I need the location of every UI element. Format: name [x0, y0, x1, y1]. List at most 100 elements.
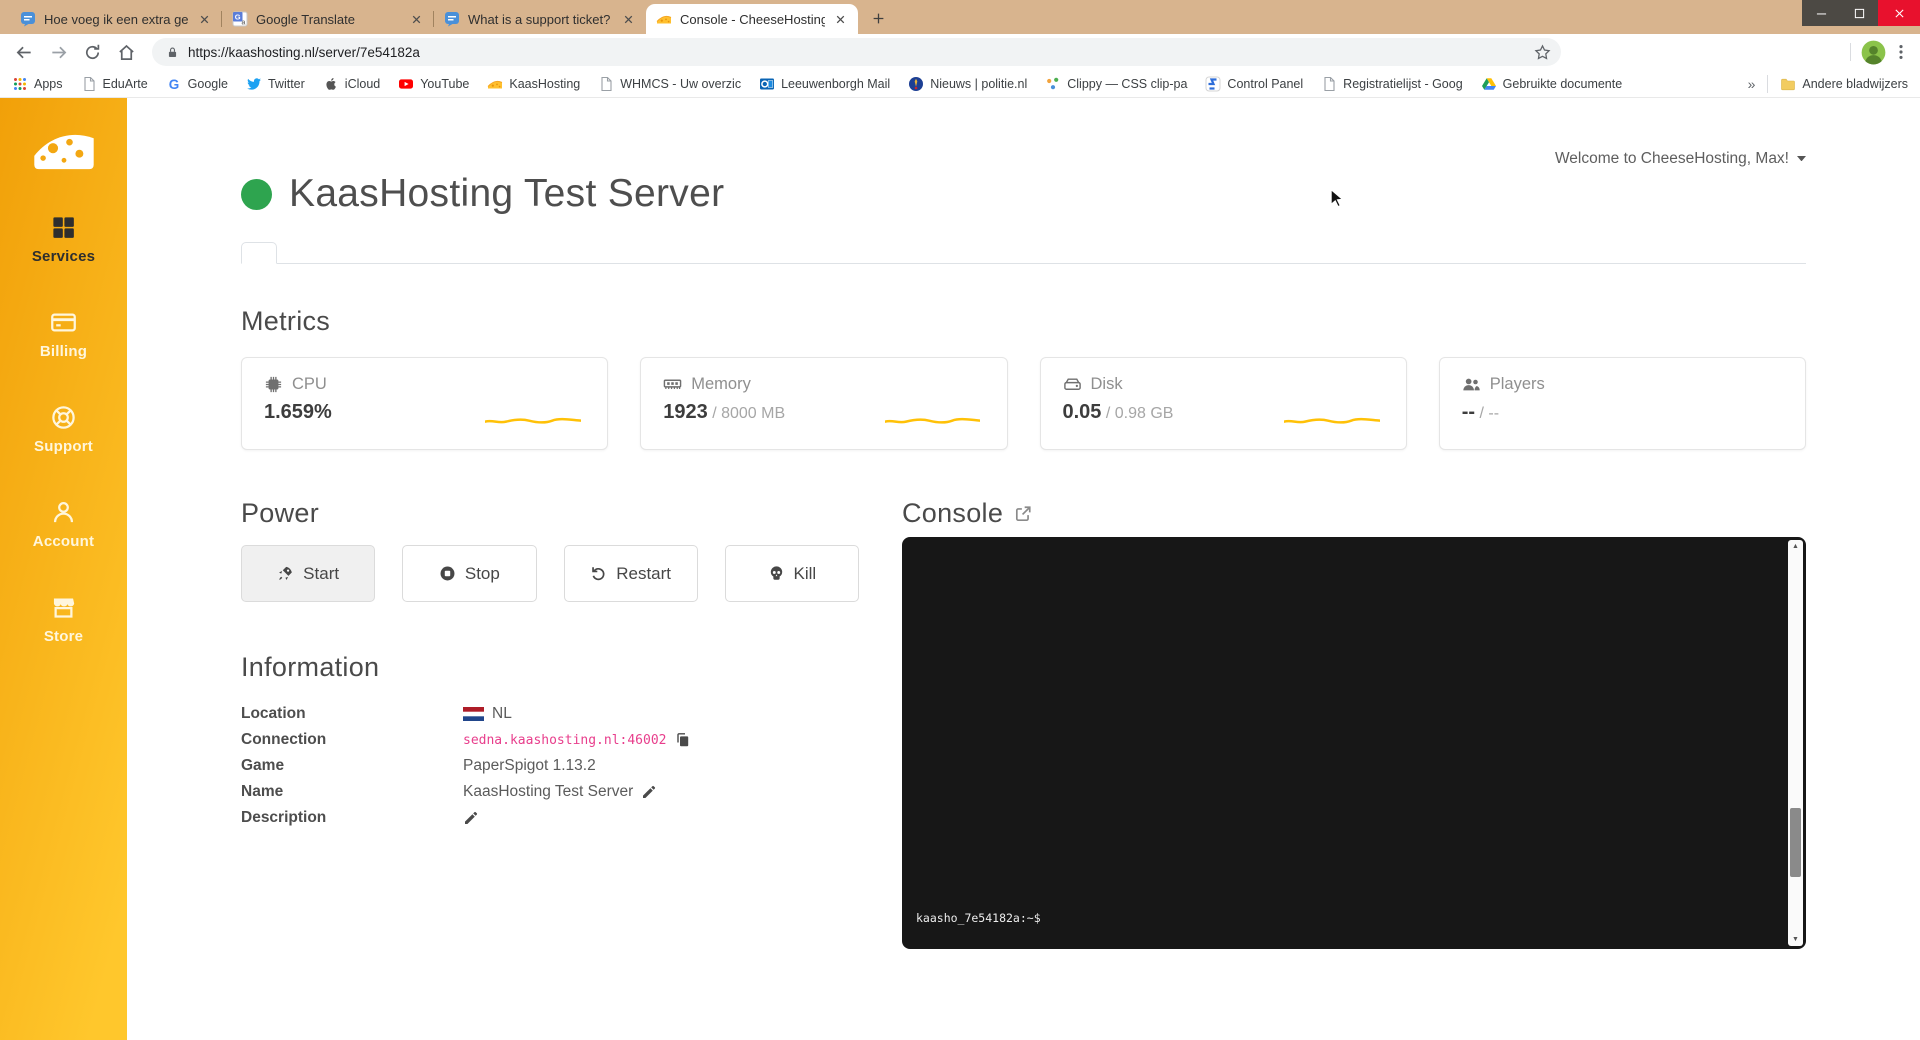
- browser-tab[interactable]: Console - CheeseHosting: [646, 4, 858, 34]
- bookmark-item[interactable]: Apps: [12, 76, 63, 92]
- tab-close-icon[interactable]: [197, 12, 212, 27]
- power-button[interactable]: Stop: [402, 545, 536, 602]
- maximize-button[interactable]: [1840, 0, 1878, 26]
- console-line: [916, 631, 1780, 647]
- account-dropdown[interactable]: Welcome to CheeseHosting, Max!: [1555, 150, 1806, 168]
- politie-icon: [908, 76, 924, 92]
- sidebar-item[interactable]: Services: [32, 214, 95, 265]
- outlook-icon: [759, 76, 775, 92]
- bookmark-item[interactable]: KaasHosting: [487, 76, 580, 92]
- browser-tab[interactable]: What is a support ticket? | KaasH: [434, 4, 646, 34]
- info-row: Description: [241, 805, 859, 831]
- extension-icon[interactable]: [1607, 43, 1626, 62]
- tab-close-icon[interactable]: [409, 12, 424, 27]
- address-bar[interactable]: https://kaashosting.nl/server/7e54182a: [152, 38, 1561, 66]
- scrollbar-thumb[interactable]: [1790, 808, 1801, 877]
- bookmark-item[interactable]: Twitter: [246, 76, 305, 92]
- apple-icon: [323, 76, 339, 92]
- server-nav-tab[interactable]: [447, 242, 481, 264]
- server-nav-tab[interactable]: [583, 242, 617, 264]
- bookmark-item[interactable]: G Google: [166, 76, 228, 92]
- server-nav-tab[interactable]: [241, 242, 277, 264]
- home-icon[interactable]: [112, 38, 140, 66]
- scroll-down-icon[interactable]: ▼: [1788, 936, 1803, 943]
- scroll-up-icon[interactable]: ▲: [1788, 543, 1803, 550]
- server-nav-tab[interactable]: [379, 242, 413, 264]
- bookmark-item[interactable]: Clippy — CSS clip-pa: [1045, 76, 1187, 92]
- info-label: Connection: [241, 731, 463, 749]
- back-icon[interactable]: [10, 38, 38, 66]
- terminal-scrollbar[interactable]: ▲ ▼: [1788, 540, 1803, 946]
- bookmarks-overflow-chevron[interactable]: »: [1748, 76, 1756, 92]
- server-nav-tabs: [241, 242, 1806, 264]
- url-text[interactable]: https://kaashosting.nl/server/7e54182a: [188, 45, 1534, 60]
- bookmark-item[interactable]: EduArte: [81, 76, 148, 92]
- bookmark-star-icon[interactable]: [1534, 44, 1551, 61]
- server-nav-tab[interactable]: [651, 242, 685, 264]
- profile-avatar[interactable]: [1861, 40, 1886, 65]
- console-terminal[interactable]: kaasho_7e54182a:~$ ▲ ▼: [902, 537, 1806, 949]
- server-nav-tab[interactable]: [549, 242, 583, 264]
- extension-icon[interactable]: [1697, 43, 1716, 62]
- extension-icon[interactable]: [1577, 43, 1596, 62]
- server-nav-tab[interactable]: [515, 242, 549, 264]
- bookmark-item[interactable]: Gebruikte documente: [1481, 76, 1623, 92]
- browser-menu-icon[interactable]: [1892, 43, 1910, 61]
- tab-close-icon[interactable]: [621, 12, 636, 27]
- metrics-heading: Metrics: [241, 306, 1806, 337]
- power-button[interactable]: Restart: [564, 545, 698, 602]
- server-nav-tab[interactable]: [617, 242, 651, 264]
- bookmark-item[interactable]: Nieuws | politie.nl: [908, 76, 1027, 92]
- server-nav-tab[interactable]: [413, 242, 447, 264]
- browser-tab[interactable]: Ga Google Translate: [222, 4, 434, 34]
- bookmark-item[interactable]: Leeuwenborgh Mail: [759, 76, 890, 92]
- card-icon: [50, 309, 77, 336]
- sidebar-item[interactable]: Billing: [40, 309, 87, 360]
- tab-close-icon[interactable]: [833, 12, 848, 27]
- browser-toolbar: https://kaashosting.nl/server/7e54182a: [0, 34, 1920, 70]
- bookmark-item[interactable]: Registratielijst - Goog: [1321, 76, 1463, 92]
- info-row: Location NL NL: [241, 701, 859, 727]
- extension-icon[interactable]: [1787, 43, 1806, 62]
- sidebar-item[interactable]: Account: [33, 499, 94, 550]
- bookmark-item[interactable]: iCloud: [323, 76, 380, 92]
- server-nav-tab[interactable]: [311, 242, 345, 264]
- power-button[interactable]: Kill: [725, 545, 859, 602]
- power-button[interactable]: Start: [241, 545, 375, 602]
- bookmarks-bar: Apps EduArte G Google Twitter iCloud You…: [0, 70, 1920, 98]
- forward-icon[interactable]: [44, 38, 72, 66]
- browser-tabstrip: Hoe voeg ik een extra gebruiker Ga Googl…: [0, 0, 1920, 34]
- other-bookmarks-button[interactable]: Andere bladwijzers: [1780, 76, 1908, 92]
- lock-icon[interactable]: [166, 46, 179, 59]
- browser-tab[interactable]: Hoe voeg ik een extra gebruiker: [10, 4, 222, 34]
- cheese-icon: [656, 11, 672, 27]
- extension-icon[interactable]: [1667, 43, 1686, 62]
- minimize-button[interactable]: [1802, 0, 1840, 26]
- bookmark-item[interactable]: YouTube: [398, 76, 469, 92]
- extension-icon[interactable]: [1757, 43, 1776, 62]
- restart-icon: [590, 565, 607, 582]
- extension-icon[interactable]: [1727, 43, 1746, 62]
- server-nav-tab[interactable]: [277, 242, 311, 264]
- new-tab-button[interactable]: [864, 4, 892, 32]
- pencil-icon[interactable]: [463, 810, 479, 826]
- bookmark-item[interactable]: WHMCS - Uw overzic: [598, 76, 741, 92]
- console-line: [916, 848, 1780, 864]
- metric-label: Memory: [691, 375, 751, 394]
- bookmark-item[interactable]: Control Panel: [1205, 76, 1303, 92]
- pencil-icon[interactable]: [641, 784, 657, 800]
- extension-icon[interactable]: [1817, 43, 1836, 62]
- sidebar-item[interactable]: Store: [44, 594, 83, 645]
- cheesehosting-logo[interactable]: [31, 124, 97, 174]
- reload-icon[interactable]: [78, 38, 106, 66]
- external-link-icon[interactable]: [1014, 505, 1032, 523]
- server-nav-tab[interactable]: [481, 242, 515, 264]
- server-nav-tab[interactable]: [345, 242, 379, 264]
- copy-icon[interactable]: [675, 732, 691, 748]
- metric-card: CPU 1.659%: [241, 357, 608, 450]
- close-button[interactable]: [1878, 0, 1920, 26]
- console-prompt[interactable]: kaasho_7e54182a:~$: [916, 911, 1780, 925]
- extension-icon[interactable]: [1637, 43, 1656, 62]
- information-rows: Location NL NL Connection sedna.kaashost…: [241, 701, 859, 831]
- sidebar-item[interactable]: Support: [34, 404, 93, 455]
